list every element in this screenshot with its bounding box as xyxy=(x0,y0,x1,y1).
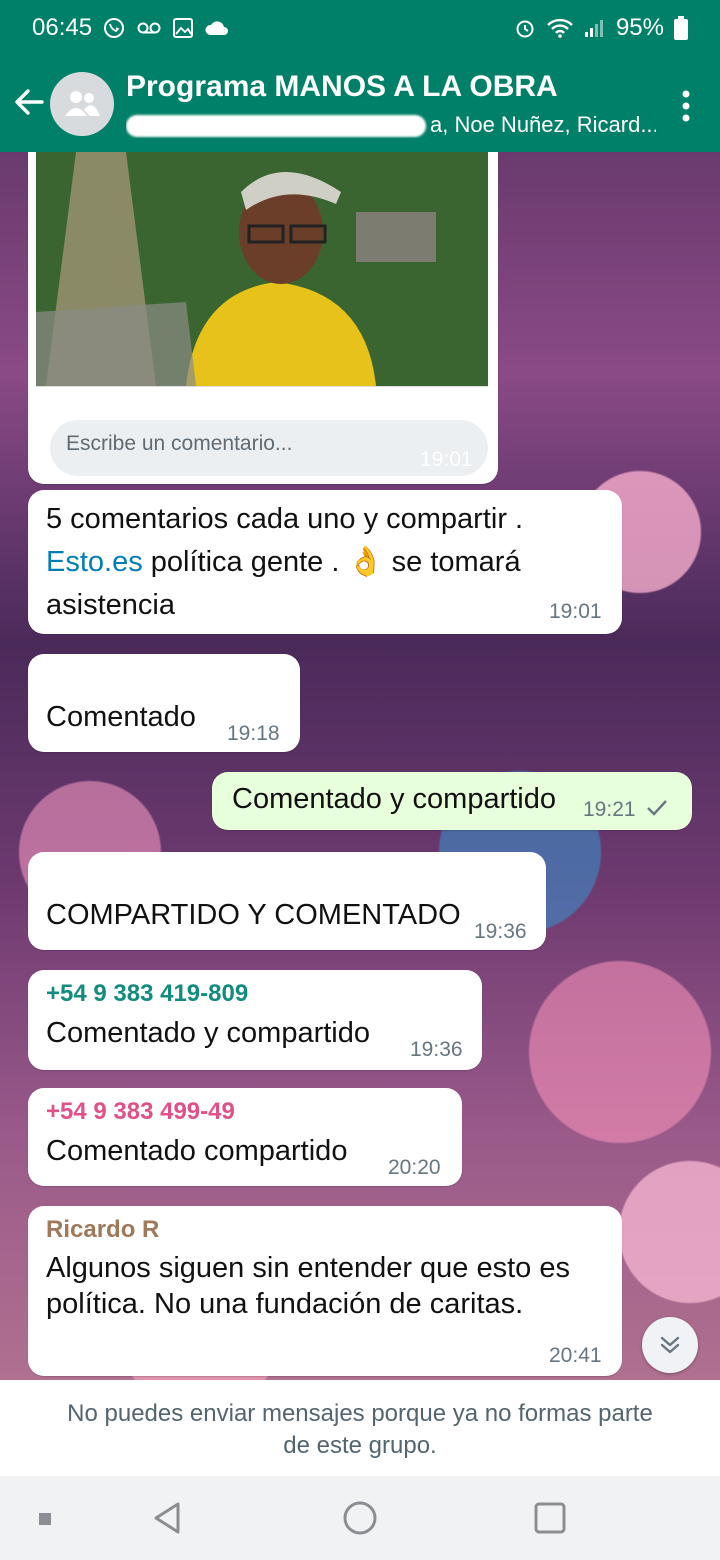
message-bubble[interactable]: 5 comentarios cada uno y compartir . Est… xyxy=(28,490,622,634)
battery-percent: 95% xyxy=(615,14,664,41)
sent-check-icon xyxy=(646,798,668,823)
message-text: Comentado compartido xyxy=(46,1135,348,1167)
home-nav-icon[interactable] xyxy=(342,1500,378,1541)
whatsapp-icon xyxy=(102,16,126,40)
message-text: Comentado y compartido xyxy=(46,1017,370,1049)
message-bubble[interactable]: Ricardo R Algunos siguen sin entender qu… xyxy=(28,1206,622,1376)
recent-apps-dot-icon[interactable] xyxy=(38,1512,52,1531)
message-text: Algunos siguen sin entender que esto es … xyxy=(46,1252,570,1320)
sender-name[interactable]: Ricardo R xyxy=(46,1216,604,1244)
ok-hand-emoji: 👌 xyxy=(347,546,384,578)
sender-phone[interactable]: +54 9 383 499-49 xyxy=(46,1098,444,1126)
notice-line-2: de este grupo. xyxy=(283,1432,437,1459)
back-nav-icon[interactable] xyxy=(150,1500,186,1541)
shared-post-message[interactable]: Escribe un comentario... 19:01 xyxy=(28,152,498,484)
message-bubble[interactable]: +54 9 383 419-809 Comentado y compartido… xyxy=(28,970,482,1070)
status-bar: 06:45 95% xyxy=(0,0,720,56)
group-members-text: a, Noe Nuñez, Ricard... xyxy=(430,112,656,137)
redacted-members xyxy=(126,115,426,138)
message-time: 20:41 xyxy=(549,1344,602,1367)
scroll-to-bottom-button[interactable] xyxy=(642,1317,698,1373)
message-time: 19:36 xyxy=(474,920,527,943)
group-title[interactable]: Programa MANOS A LA OBRA xyxy=(126,70,558,104)
message-bubble[interactable]: +54 9 383 499-49 Comentado compartido 20… xyxy=(28,1088,462,1186)
wifi-icon xyxy=(546,17,574,39)
cannot-send-notice: No puedes enviar mensajes porque ya no f… xyxy=(0,1380,720,1476)
message-text: COMPARTIDO Y COMENTADO xyxy=(46,899,461,931)
cloud-icon xyxy=(204,18,230,38)
message-text: 5 comentarios cada uno y compartir . Est… xyxy=(46,503,524,621)
status-time: 06:45 xyxy=(32,14,93,41)
message-time: 19:21 xyxy=(583,798,636,821)
post-actions-divider xyxy=(36,386,488,411)
group-avatar[interactable] xyxy=(50,72,114,136)
message-time: 20:20 xyxy=(388,1156,441,1179)
group-members[interactable]: a, Noe Nuñez, Ricard... xyxy=(126,112,656,138)
message-time: 19:01 xyxy=(549,600,602,623)
outgoing-message-bubble[interactable]: Comentado y compartido 19:21 xyxy=(212,772,692,830)
back-arrow-icon[interactable] xyxy=(10,80,50,124)
overview-nav-icon[interactable] xyxy=(532,1500,568,1541)
chat-header: Programa MANOS A LA OBRA a, Noe Nuñez, R… xyxy=(0,56,720,152)
overflow-menu-icon[interactable] xyxy=(680,88,692,124)
shared-photo[interactable] xyxy=(36,152,488,386)
chat-area[interactable]: Escribe un comentario... 19:01 5 comenta… xyxy=(0,152,720,1380)
double-chevron-down-icon xyxy=(660,1336,680,1354)
notice-line-1: No puedes enviar mensajes porque ya no f… xyxy=(67,1400,653,1427)
message-time: 19:01 xyxy=(420,448,473,471)
voicemail-icon xyxy=(136,16,162,40)
message-time: 19:36 xyxy=(410,1038,463,1061)
message-bubble[interactable]: Comentado 19:18 xyxy=(28,654,300,752)
system-navigation-bar xyxy=(0,1476,720,1560)
battery-icon xyxy=(674,16,688,40)
message-time: 19:18 xyxy=(227,722,280,745)
message-bubble[interactable]: COMPARTIDO Y COMENTADO 19:36 xyxy=(28,852,546,950)
group-icon xyxy=(65,91,100,116)
alarm-icon xyxy=(514,17,536,39)
message-link[interactable]: Esto.es xyxy=(46,546,143,578)
gallery-icon xyxy=(172,17,194,39)
sender-phone[interactable]: +54 9 383 419-809 xyxy=(46,980,464,1008)
signal-icon xyxy=(584,18,606,38)
